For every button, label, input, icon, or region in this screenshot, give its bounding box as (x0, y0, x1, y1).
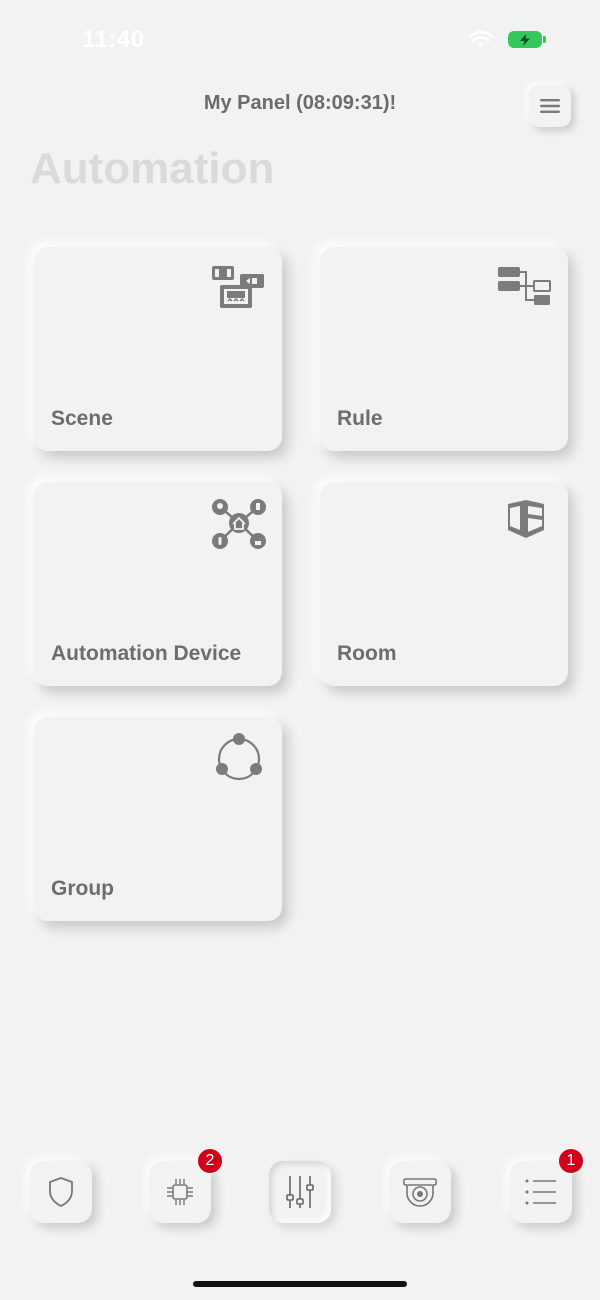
status-indicators (468, 30, 546, 49)
automation-screen: 11:40 My Panel (08:09:31)! Automation Sc… (0, 0, 600, 1300)
room-card[interactable]: Room (320, 482, 568, 686)
panel-title: My Panel (08:09:31)! (203, 92, 397, 114)
automation-device-icon (210, 498, 268, 550)
rule-icon (496, 263, 554, 315)
automation-device-label: Automation Device (51, 642, 242, 665)
wifi-icon (468, 30, 494, 49)
scene-label: Scene (51, 407, 113, 430)
rule-card[interactable]: Rule (320, 247, 568, 451)
battery-icon (508, 31, 546, 48)
room-cube-icon (496, 498, 554, 550)
scene-card[interactable]: Scene (34, 247, 282, 451)
shield-icon (49, 1177, 73, 1207)
hamburger-icon (540, 99, 560, 113)
page-title: Automation (30, 144, 275, 193)
status-time: 11:40 (82, 26, 145, 53)
list-badge: 1 (558, 1148, 584, 1174)
menu-button[interactable] (529, 85, 571, 127)
nav-devices-button[interactable]: 2 (149, 1148, 223, 1223)
home-indicator[interactable] (193, 1281, 407, 1287)
camera-icon (403, 1178, 437, 1207)
rule-label: Rule (337, 407, 383, 430)
list-icon (525, 1179, 556, 1205)
room-label: Room (337, 642, 397, 665)
group-icon (210, 733, 268, 785)
group-label: Group (51, 877, 114, 900)
scene-icon (210, 263, 268, 315)
nav-automation-button[interactable] (269, 1161, 331, 1223)
devices-badge: 2 (197, 1148, 223, 1174)
nav-list-button[interactable]: 1 (510, 1148, 584, 1223)
chip-icon (167, 1179, 193, 1205)
nav-security-button[interactable] (30, 1161, 92, 1223)
automation-device-card[interactable]: Automation Device (34, 482, 282, 686)
group-card[interactable]: Group (34, 717, 282, 921)
sliders-icon (286, 1176, 314, 1208)
nav-camera-button[interactable] (389, 1161, 451, 1223)
